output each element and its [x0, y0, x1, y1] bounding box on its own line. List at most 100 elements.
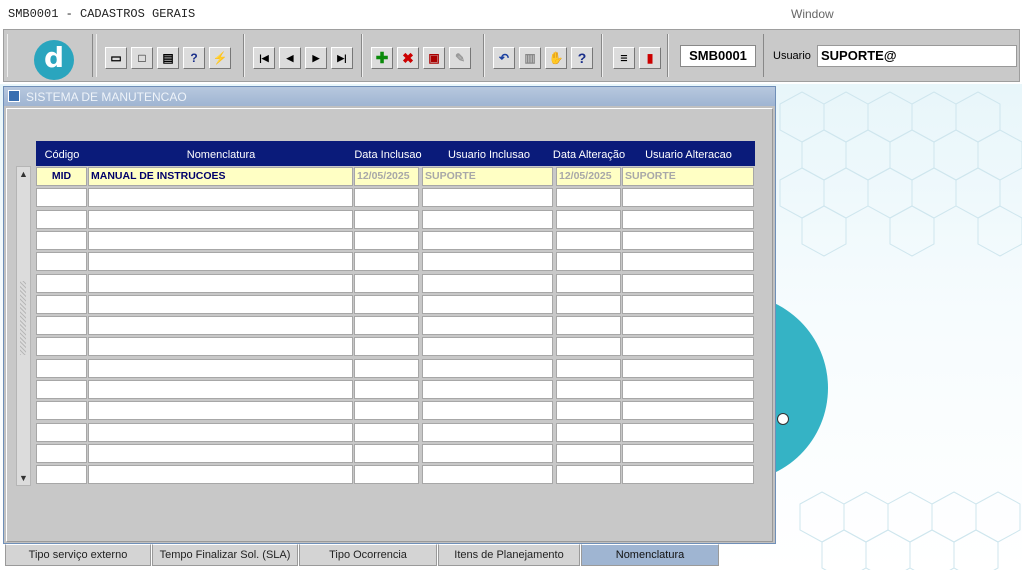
exit-button[interactable]: ▮	[639, 47, 661, 69]
table-row[interactable]	[36, 465, 755, 485]
cell-data-inclusao[interactable]: 12/05/2025	[354, 167, 419, 186]
menu-button[interactable]: ☰	[613, 47, 635, 69]
cell-usuario-inclusao[interactable]	[422, 188, 553, 208]
cell-usuario-inclusao[interactable]	[422, 422, 553, 442]
cell-nomenclatura[interactable]	[88, 209, 353, 229]
cell-nomenclatura[interactable]	[88, 273, 353, 293]
cell-data-inclusao[interactable]	[354, 380, 419, 399]
cell-codigo[interactable]	[36, 230, 87, 250]
cell-usuario-inclusao[interactable]	[422, 401, 553, 421]
scroll-up-icon[interactable]: ▲	[17, 167, 30, 181]
cell-codigo[interactable]	[36, 465, 87, 485]
cell-usuario-inclusao[interactable]	[422, 358, 553, 378]
cell-nomenclatura[interactable]	[88, 358, 353, 378]
cell-nomenclatura[interactable]	[88, 422, 353, 442]
header-data-inclusao[interactable]: Data Inclusao	[354, 141, 422, 166]
cell-usuario-inclusao[interactable]	[422, 252, 553, 272]
delete-record-button[interactable]: ✖	[397, 47, 419, 69]
cell-data-alteracao[interactable]	[556, 252, 621, 272]
cell-codigo[interactable]	[36, 188, 87, 208]
cell-usuario-inclusao[interactable]	[422, 443, 553, 463]
table-row[interactable]	[36, 316, 755, 336]
table-row[interactable]	[36, 252, 755, 272]
cell-usuario-inclusao[interactable]	[422, 380, 553, 399]
table-row[interactable]	[36, 294, 755, 315]
cell-data-inclusao[interactable]	[354, 294, 419, 314]
cell-data-alteracao[interactable]	[556, 380, 621, 399]
table-row[interactable]	[36, 273, 755, 294]
cell-nomenclatura[interactable]	[88, 465, 353, 485]
previous-record-button[interactable]: ◀	[279, 47, 301, 69]
window-title-bar[interactable]: SISTEMA DE MANUTENCAO	[4, 87, 775, 106]
cell-data-alteracao[interactable]: 12/05/2025	[556, 167, 621, 186]
cell-codigo[interactable]	[36, 337, 87, 357]
tab-tempo-finalizar-sla[interactable]: Tempo Finalizar Sol. (SLA)	[152, 544, 298, 566]
table-row[interactable]	[36, 230, 755, 251]
cell-usuario-alteracao[interactable]	[622, 316, 754, 336]
cell-data-inclusao[interactable]	[354, 230, 419, 250]
cell-nomenclatura[interactable]: MANUAL DE INSTRUCOES	[88, 167, 353, 186]
cell-data-inclusao[interactable]	[354, 337, 419, 357]
cell-data-alteracao[interactable]	[556, 273, 621, 293]
table-row[interactable]	[36, 209, 755, 230]
table-row[interactable]	[36, 380, 755, 400]
cell-codigo[interactable]	[36, 401, 87, 421]
window-menu[interactable]: Window	[791, 7, 834, 21]
cell-usuario-inclusao[interactable]	[422, 230, 553, 250]
undo-button[interactable]: ↶	[493, 47, 515, 69]
cell-data-alteracao[interactable]	[556, 294, 621, 314]
cell-usuario-alteracao[interactable]	[622, 252, 754, 272]
cell-usuario-inclusao[interactable]: SUPORTE	[422, 167, 553, 186]
clear-record-button[interactable]: ▣	[423, 47, 445, 69]
edit-button[interactable]: ✎	[449, 47, 471, 69]
cell-usuario-inclusao[interactable]	[422, 294, 553, 314]
cell-codigo[interactable]: MID	[36, 167, 87, 186]
cell-usuario-inclusao[interactable]	[422, 209, 553, 229]
cell-data-alteracao[interactable]	[556, 465, 621, 485]
cell-usuario-alteracao[interactable]	[622, 401, 754, 421]
cell-usuario-alteracao[interactable]	[622, 443, 754, 463]
cell-nomenclatura[interactable]	[88, 230, 353, 250]
tab-nomenclatura[interactable]: Nomenclatura	[581, 544, 719, 566]
cell-codigo[interactable]	[36, 358, 87, 378]
cell-usuario-alteracao[interactable]	[622, 273, 754, 293]
cell-usuario-inclusao[interactable]	[422, 465, 553, 485]
scroll-grip[interactable]	[20, 281, 26, 355]
cell-nomenclatura[interactable]	[88, 294, 353, 314]
table-row[interactable]	[36, 422, 755, 443]
cell-usuario-alteracao[interactable]	[622, 422, 754, 442]
cell-data-inclusao[interactable]	[354, 209, 419, 229]
table-row[interactable]	[36, 188, 755, 208]
cell-usuario-inclusao[interactable]	[422, 273, 553, 293]
cell-codigo[interactable]	[36, 443, 87, 463]
cell-usuario-alteracao[interactable]	[622, 230, 754, 250]
save-button[interactable]: ▭	[105, 47, 127, 69]
header-nomenclatura[interactable]: Nomenclatura	[88, 141, 354, 166]
cell-usuario-alteracao[interactable]	[622, 337, 754, 357]
table-row[interactable]	[36, 358, 755, 379]
cell-data-alteracao[interactable]	[556, 401, 621, 421]
table-row[interactable]	[36, 401, 755, 421]
user-field[interactable]: SUPORTE@	[817, 45, 1017, 67]
cell-usuario-inclusao[interactable]	[422, 337, 553, 357]
clipboard-button[interactable]: ▥	[519, 47, 541, 69]
cell-data-alteracao[interactable]	[556, 443, 621, 463]
header-codigo[interactable]: Código	[36, 141, 88, 166]
header-data-alteracao[interactable]: Data Alteração	[550, 141, 628, 166]
cell-data-inclusao[interactable]	[354, 358, 419, 378]
cell-data-inclusao[interactable]	[354, 252, 419, 272]
last-record-button[interactable]: ▶|	[331, 47, 353, 69]
print-button[interactable]: ▤	[157, 47, 179, 69]
cell-data-alteracao[interactable]	[556, 316, 621, 336]
cell-data-alteracao[interactable]	[556, 230, 621, 250]
cell-data-inclusao[interactable]	[354, 316, 419, 336]
cell-usuario-alteracao[interactable]	[622, 188, 754, 208]
help-button[interactable]: ?	[571, 47, 593, 69]
cell-codigo[interactable]	[36, 294, 87, 314]
table-row[interactable]	[36, 443, 755, 464]
cell-data-inclusao[interactable]	[354, 188, 419, 208]
cell-data-alteracao[interactable]	[556, 422, 621, 442]
scroll-down-icon[interactable]: ▼	[17, 471, 30, 485]
window-button[interactable]: □	[131, 47, 153, 69]
cell-codigo[interactable]	[36, 380, 87, 399]
